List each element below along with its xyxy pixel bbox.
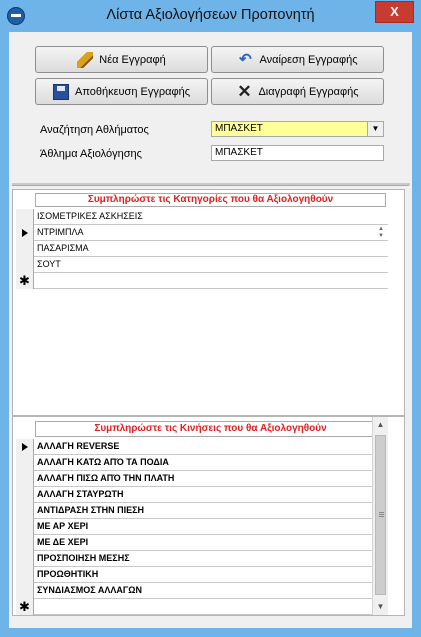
save-record-label: Αποθήκευση Εγγραφής: [74, 85, 190, 98]
movement-cell[interactable]: ΑΛΛΑΓΗ ΚΑΤΩ ΑΠΌ ΤΑ ΠΟΔΙΑ: [37, 455, 169, 470]
spin-arrows-icon[interactable]: ▲ ▼: [378, 226, 384, 240]
scrollbar-thumb[interactable]: [375, 435, 386, 595]
sport-field[interactable]: ΜΠΑΣΚΕΤ: [211, 145, 384, 161]
row-selector[interactable]: [16, 503, 34, 519]
movement-cell[interactable]: ΣΥΝΔΙΑΣΜΟΣ ΑΛΛΑΓΩΝ: [37, 583, 142, 598]
undo-record-label: Αναίρεση Εγγραφής: [259, 53, 358, 66]
undo-record-button[interactable]: ↶ Αναίρεση Εγγραφής: [211, 46, 384, 73]
movement-row[interactable]: ΑΛΛΑΓΗ ΚΑΤΩ ΑΠΌ ΤΑ ΠΟΔΙΑ: [16, 455, 372, 471]
category-row-current[interactable]: ΝΤΡΙΜΠΛΑ ▲ ▼: [16, 225, 388, 241]
sport-value: ΜΠΑΣΚΕΤ: [215, 147, 263, 158]
row-selector[interactable]: [16, 455, 34, 471]
movement-cell[interactable]: ΑΝΤΙΔΡΑΣΗ ΣΤΗΝ ΠΙΕΣΗ: [37, 503, 144, 518]
row-selector[interactable]: [16, 551, 34, 567]
movement-cell[interactable]: ΠΡΟΣΠΟΙΗΣΗ ΜΕΣΗΣ: [37, 551, 130, 566]
movements-header: Συμπληρώστε τις Κινήσεις που θα Αξιολογη…: [35, 421, 386, 437]
movement-cell[interactable]: ΜΕ ΔΕ ΧΕΡΙ: [37, 535, 88, 550]
category-new-row[interactable]: ✱: [16, 273, 388, 289]
form-client-area: Νέα Εγγραφή ↶ Αναίρεση Εγγραφής Αποθήκευ…: [9, 32, 412, 628]
window-title: Λίστα Αξιολογήσεων Προπονητή: [106, 7, 315, 23]
categories-subform: Συμπληρώστε τις Κατηγορίες που θα Αξιολο…: [12, 189, 405, 416]
row-selector[interactable]: [16, 567, 34, 583]
category-row[interactable]: ΣΟΥΤ: [16, 257, 388, 273]
row-selector[interactable]: [16, 209, 34, 225]
row-selector[interactable]: [16, 535, 34, 551]
movement-row[interactable]: ΑΝΤΙΔΡΑΣΗ ΣΤΗΝ ΠΙΕΣΗ: [16, 503, 372, 519]
movement-row[interactable]: ΑΛΛΑΓΗ ΠΙΣΩ ΑΠΌ ΤΗΝ ΠΛΑΤΗ: [16, 471, 372, 487]
category-row[interactable]: ΠΑΣΑΡΙΣΜΑ: [16, 241, 388, 257]
window-frame-left: [0, 32, 9, 637]
search-sport-label: Αναζήτηση Αθλήματος: [40, 124, 149, 136]
close-button[interactable]: X: [375, 1, 414, 23]
sport-label: Άθλημα Αξιολόγησης: [40, 148, 142, 160]
scroll-up-icon[interactable]: ▲: [373, 417, 388, 433]
current-row-arrow-icon[interactable]: [16, 225, 34, 241]
movement-row-current[interactable]: ΑΛΛΑΓΗ REVERSE: [16, 439, 372, 455]
row-selector[interactable]: [16, 487, 34, 503]
search-sport-combo[interactable]: ΜΠΑΣΚΕΤ ▼: [211, 121, 384, 137]
scroll-down-icon[interactable]: ▼: [373, 599, 388, 615]
movement-row[interactable]: ΜΕ ΑΡ ΧΕΡΙ: [16, 519, 372, 535]
new-record-button[interactable]: Νέα Εγγραφή: [35, 46, 208, 73]
movement-cell[interactable]: ΑΛΛΑΓΗ ΠΙΣΩ ΑΠΌ ΤΗΝ ΠΛΑΤΗ: [37, 471, 174, 486]
current-row-arrow-icon[interactable]: [16, 439, 34, 455]
category-cell[interactable]: ΙΣΟΜΕΤΡΙΚΕΣ ΑΣΚΗΣΕΙΣ: [37, 209, 143, 224]
new-record-asterisk-icon[interactable]: ✱: [16, 273, 34, 289]
thumb-grip: [379, 514, 384, 515]
row-selector[interactable]: [16, 583, 34, 599]
thumb-grip: [379, 516, 384, 517]
movement-cell[interactable]: ΑΛΛΑΓΗ ΣΤΑΥΡΩΤΗ: [37, 487, 124, 502]
movements-scrollbar[interactable]: ▲ ▼: [372, 417, 388, 615]
movement-cell[interactable]: ΠΡΟΩΘΗΤΙΚΗ: [37, 567, 98, 582]
undo-icon: ↶: [239, 50, 252, 68]
row-selector[interactable]: [16, 241, 34, 257]
movements-subform: Συμπληρώστε τις Κινήσεις που θα Αξιολογη…: [12, 416, 405, 616]
new-record-asterisk-icon[interactable]: ✱: [16, 599, 34, 615]
delete-record-label: Διαγραφή Εγγραφής: [258, 85, 359, 98]
window-frame-right: [412, 32, 421, 637]
movement-new-row[interactable]: ✱: [16, 599, 372, 615]
title-bar[interactable]: Λίστα Αξιολογήσεων Προπονητή X: [0, 0, 421, 32]
category-cell[interactable]: ΠΑΣΑΡΙΣΜΑ: [37, 241, 89, 256]
movement-cell[interactable]: ΜΕ ΑΡ ΧΕΡΙ: [37, 519, 88, 534]
search-sport-value: ΜΠΑΣΚΕΤ: [215, 123, 263, 134]
movement-row[interactable]: ΣΥΝΔΙΑΣΜΟΣ ΑΛΛΑΓΩΝ: [16, 583, 372, 599]
new-record-label: Νέα Εγγραφή: [99, 53, 166, 66]
row-selector[interactable]: [16, 257, 34, 273]
row-selector[interactable]: [16, 519, 34, 535]
row-selector[interactable]: [16, 471, 34, 487]
category-cell[interactable]: ΣΟΥΤ: [37, 257, 61, 272]
section-divider: [12, 183, 410, 185]
movement-row[interactable]: ΠΡΟΩΘΗΤΙΚΗ: [16, 567, 372, 583]
movement-row[interactable]: ΠΡΟΣΠΟΙΗΣΗ ΜΕΣΗΣ: [16, 551, 372, 567]
pencil-icon: [77, 51, 94, 68]
chevron-down-icon[interactable]: ▼: [367, 122, 383, 136]
movement-row[interactable]: ΑΛΛΑΓΗ ΣΤΑΥΡΩΤΗ: [16, 487, 372, 503]
thumb-grip: [379, 512, 384, 513]
save-record-button[interactable]: Αποθήκευση Εγγραφής: [35, 78, 208, 105]
delete-record-button[interactable]: ✕ Διαγραφή Εγγραφής: [211, 78, 384, 105]
movement-row[interactable]: ΜΕ ΔΕ ΧΕΡΙ: [16, 535, 372, 551]
save-disk-icon: [52, 83, 69, 100]
movement-cell[interactable]: ΑΛΛΑΓΗ REVERSE: [37, 439, 119, 454]
category-cell[interactable]: ΝΤΡΙΜΠΛΑ: [37, 225, 84, 240]
delete-x-icon: ✕: [237, 81, 252, 101]
categories-header: Συμπληρώστε τις Κατηγορίες που θα Αξιολο…: [35, 193, 386, 207]
category-row[interactable]: ΙΣΟΜΕΤΡΙΚΕΣ ΑΣΚΗΣΕΙΣ: [16, 209, 388, 225]
window-frame-bottom: [0, 628, 421, 637]
